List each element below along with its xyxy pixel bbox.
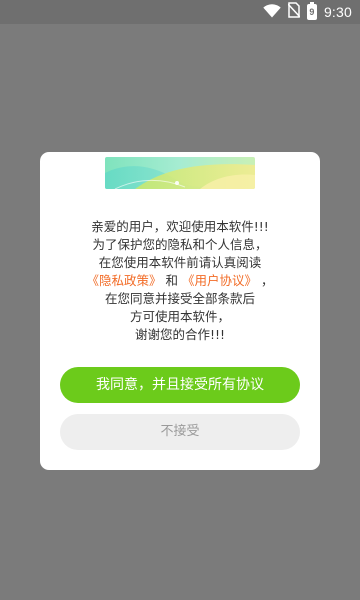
punctuation-text: ， bbox=[260, 273, 274, 288]
message-line: 方可使用本软件， bbox=[129, 309, 230, 324]
message-line: 为了保护您的隐私和个人信息， bbox=[92, 237, 268, 252]
consent-dialog: 亲爱的用户，欢迎使用本软件!!! 为了保护您的隐私和个人信息， 在您使用本软件前… bbox=[40, 152, 320, 470]
message-line-links: 《隐私政策》 和 《用户协议》 ， bbox=[40, 272, 320, 290]
battery-level: 9 bbox=[309, 6, 315, 17]
message-line: 亲爱的用户，欢迎使用本软件!!! bbox=[91, 219, 269, 234]
decline-button[interactable]: 不接受 bbox=[60, 414, 300, 450]
conjunction-text: 和 bbox=[165, 273, 178, 288]
screen: 9 9:30 亲爱的用户，欢迎使用本软件!!! 为了保护您的隐私和个人信息， 在… bbox=[0, 0, 360, 600]
message-line: 在您使用本软件前请认真阅读 bbox=[98, 255, 262, 270]
banner-image bbox=[105, 157, 255, 189]
wifi-icon bbox=[263, 3, 281, 22]
message-line: 在您同意并接受全部条款后 bbox=[104, 291, 255, 306]
user-agreement-link[interactable]: 《用户协议》 bbox=[182, 273, 257, 288]
agree-button[interactable]: 我同意，并且接受所有协议 bbox=[60, 367, 300, 403]
battery-icon: 9 bbox=[306, 2, 317, 20]
consent-message: 亲爱的用户，欢迎使用本软件!!! 为了保护您的隐私和个人信息， 在您使用本软件前… bbox=[40, 218, 320, 344]
no-sim-icon bbox=[287, 2, 301, 22]
privacy-policy-link[interactable]: 《隐私政策》 bbox=[86, 273, 161, 288]
message-line: 谢谢您的合作!!! bbox=[134, 327, 226, 342]
status-icons: 9 9:30 bbox=[263, 2, 352, 22]
status-bar: 9 9:30 bbox=[0, 0, 360, 24]
status-time: 9:30 bbox=[323, 4, 352, 20]
